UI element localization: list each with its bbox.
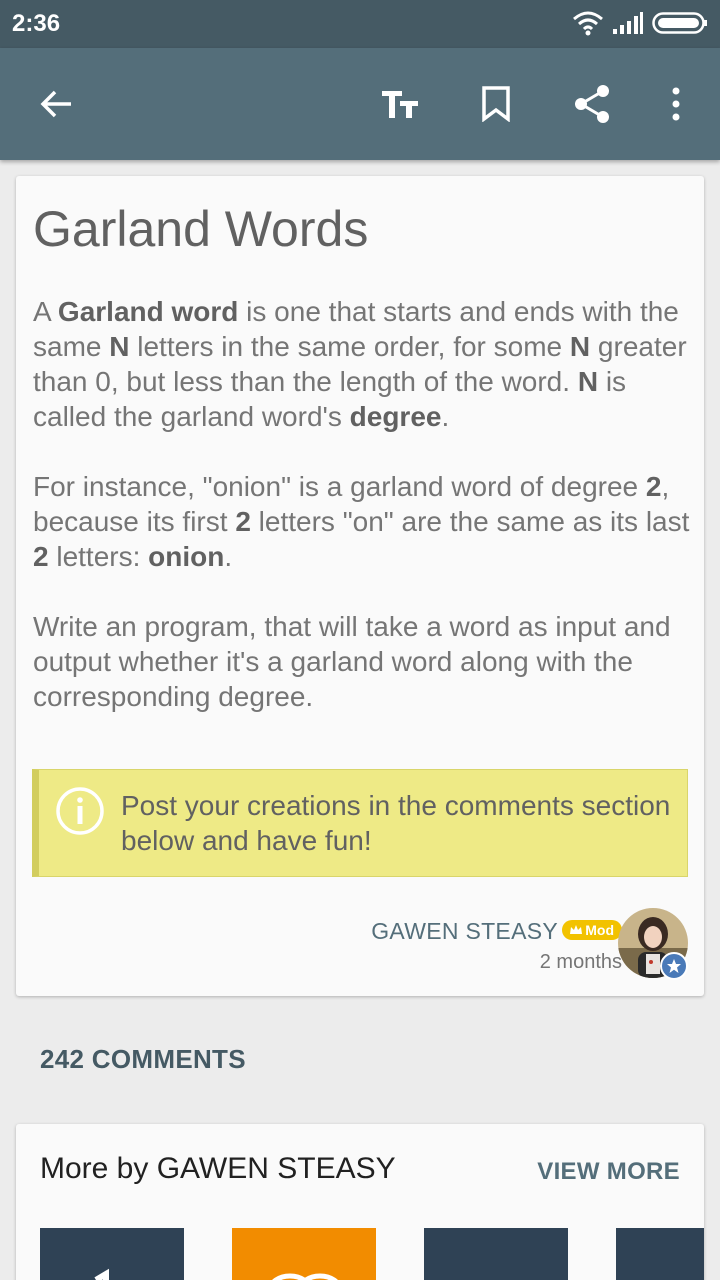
bold-text: degree (349, 401, 442, 432)
comments-count[interactable]: 242 COMMENTS (40, 1044, 246, 1075)
more-by-card: More by GAWEN STEASY VIEW MORE (16, 1124, 704, 1280)
text: For instance, "onion" is a garland word … (33, 471, 646, 502)
share-icon (575, 85, 609, 123)
related-post-image (40, 1228, 184, 1280)
avatar-star-badge (660, 952, 688, 980)
related-post-thumb[interactable] (40, 1228, 184, 1280)
bookmark-button[interactable] (468, 76, 524, 132)
text: A (33, 296, 58, 327)
post-body: A Garland word is one that starts and en… (33, 294, 693, 749)
more-options-button[interactable] (648, 76, 704, 132)
status-time: 2:36 (12, 10, 61, 37)
bold-text: N (569, 331, 591, 362)
related-post-image (616, 1228, 704, 1280)
mod-badge-label: Mod (585, 922, 614, 938)
post-card: Garland Words A Garland word is one that… (16, 176, 704, 996)
text: letters "on" are the same as its last (250, 506, 690, 537)
post-paragraph-3: Write an program, that will take a word … (33, 611, 671, 712)
note-text: Post your creations in the comments sect… (121, 790, 671, 856)
mod-badge: Mod (562, 920, 622, 940)
text: letters in the same order, for some (129, 331, 570, 362)
text: letters: (48, 541, 149, 572)
post-paragraph-1: A Garland word is one that starts and en… (33, 294, 693, 434)
bold-text: onion (148, 541, 225, 572)
info-icon (56, 787, 104, 835)
bold-text: N (109, 331, 130, 362)
text-size-button[interactable] (372, 76, 428, 132)
bold-text: N (577, 366, 599, 397)
status-icons (572, 10, 708, 36)
text: . (441, 401, 450, 432)
text-size-icon (382, 91, 418, 118)
bold-text: Garland word (57, 296, 239, 327)
info-note: Post your creations in the comments sect… (32, 769, 688, 877)
share-button[interactable] (564, 76, 620, 132)
author-name[interactable]: GAWEN STEASY (371, 918, 558, 945)
wifi-icon (573, 11, 603, 36)
post-paragraph-2: For instance, "onion" is a garland word … (33, 469, 693, 574)
bold-text: 2 (33, 541, 49, 572)
related-post-image (232, 1228, 376, 1280)
status-bar: 2:36 (0, 0, 720, 48)
crown-icon (570, 925, 583, 934)
related-post-thumb[interactable] (424, 1228, 568, 1280)
bookmark-icon (482, 86, 510, 122)
more-vert-icon (672, 87, 680, 121)
signal-icon (613, 12, 643, 34)
app-bar (0, 48, 720, 160)
bold-text: 2 (645, 471, 662, 502)
view-more-button[interactable]: VIEW MORE (537, 1158, 680, 1186)
back-button[interactable] (28, 76, 84, 132)
related-post-thumb[interactable] (232, 1228, 376, 1280)
more-by-title: More by GAWEN STEASY (40, 1152, 396, 1185)
battery-icon (652, 12, 707, 34)
text: . (224, 541, 233, 572)
related-post-thumb[interactable] (616, 1228, 704, 1280)
bold-text: 2 (235, 506, 251, 537)
post-time: 2 months (539, 951, 622, 973)
related-post-image (424, 1228, 568, 1280)
post-title: Garland Words (33, 201, 369, 257)
star-icon (667, 959, 681, 973)
arrow-back-icon (40, 90, 71, 118)
